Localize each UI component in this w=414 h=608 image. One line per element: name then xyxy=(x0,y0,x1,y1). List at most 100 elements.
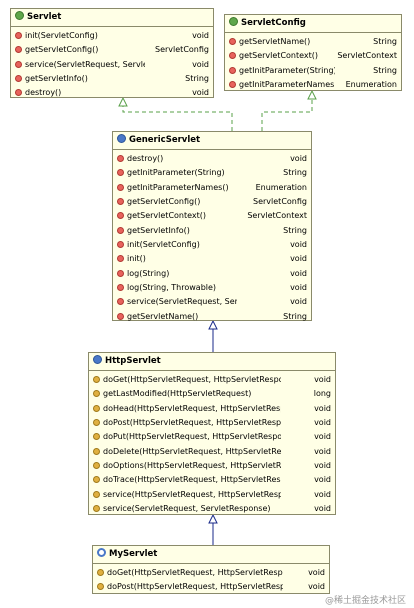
method-row[interactable]: doOptions(HttpServletRequest, HttpServle… xyxy=(89,459,335,473)
method-name: log(String, Throwable) xyxy=(127,283,217,293)
method-icon xyxy=(93,447,100,455)
interface-icon xyxy=(15,11,24,20)
method-list: doGet(HttpServletRequest, HttpServletRes… xyxy=(93,564,329,595)
method-icon xyxy=(93,505,100,513)
method-row[interactable]: doDelete(HttpServletRequest, HttpServlet… xyxy=(89,445,335,459)
class-box-httpservlet[interactable]: HttpServlet doGet(HttpServletRequest, Htt… xyxy=(88,352,336,515)
class-box-servletconfig[interactable]: ServletConfig getServletName() String getSe… xyxy=(224,14,402,91)
class-name: GenericServlet xyxy=(129,135,201,145)
method-name: getServletName() xyxy=(239,37,311,46)
method-name: getLastModified(HttpServletRequest) xyxy=(103,389,252,399)
method-return-type: void xyxy=(192,31,209,40)
method-return-type: void xyxy=(290,154,307,163)
method-row[interactable]: getServletName() String xyxy=(225,35,401,49)
class-box-servlet[interactable]: Servlet init(ServletConfig) void getServlet… xyxy=(10,8,214,98)
method-row[interactable]: getLastModified(HttpServletRequest) long xyxy=(89,387,335,401)
method-row[interactable]: getServletContext() ServletContext xyxy=(225,49,401,63)
method-name: doPost(HttpServletRequest, HttpServletRe… xyxy=(103,418,281,428)
class-name: ServletConfig xyxy=(241,18,306,28)
method-name: doTrace(HttpServletRequest, HttpServletR… xyxy=(103,475,281,485)
method-return-type: void xyxy=(308,582,325,592)
method-return-type: String xyxy=(373,65,397,75)
method-row[interactable]: service(ServletRequest, ServletResponse)… xyxy=(89,502,335,516)
method-icon xyxy=(117,198,124,206)
method-name: doGet(HttpServletRequest, HttpServletRes… xyxy=(103,375,281,384)
method-row[interactable]: getServletConfig() ServletConfig xyxy=(11,43,213,57)
method-name: service(ServletRequest, ServletResponse) xyxy=(25,59,145,69)
method-return-type: ServletContext xyxy=(337,51,397,61)
method-return-type: long xyxy=(313,389,331,399)
method-icon xyxy=(93,419,100,427)
method-icon xyxy=(97,569,104,576)
method-name: service(ServletRequest, ServletResponse) xyxy=(127,297,237,307)
method-row[interactable]: getServletConfig() ServletConfig xyxy=(113,195,311,209)
method-row[interactable]: getInitParameter(String) String xyxy=(225,64,401,78)
method-name: destroy() xyxy=(25,88,62,98)
method-icon xyxy=(15,75,22,83)
method-row[interactable]: init(ServletConfig) void xyxy=(113,238,311,252)
method-row[interactable]: doGet(HttpServletRequest, HttpServletRes… xyxy=(93,566,329,580)
method-name: getServletInfo() xyxy=(25,74,88,84)
method-row[interactable]: init() void xyxy=(113,252,311,266)
class-header: ServletConfig xyxy=(225,15,401,33)
method-name: getInitParameterNames() xyxy=(127,182,229,192)
method-name: getServletConfig() xyxy=(25,45,99,55)
method-return-type: ServletContext xyxy=(247,211,307,221)
method-name: getServletConfig() xyxy=(127,197,201,207)
method-return-type: String xyxy=(373,37,397,46)
method-row[interactable]: getServletContext() ServletContext xyxy=(113,209,311,223)
method-return-type: void xyxy=(290,240,307,250)
class-header: MyServlet xyxy=(93,546,329,564)
method-row[interactable]: service(ServletRequest, ServletResponse)… xyxy=(11,58,213,72)
method-row[interactable]: doTrace(HttpServletRequest, HttpServletR… xyxy=(89,473,335,487)
class-name: Servlet xyxy=(27,12,62,22)
method-name: init(ServletConfig) xyxy=(127,240,200,250)
method-icon xyxy=(229,38,236,45)
method-icon xyxy=(117,312,124,320)
method-icon xyxy=(117,255,124,263)
method-return-type: void xyxy=(308,568,325,577)
method-row[interactable]: log(String) void xyxy=(113,267,311,281)
method-return-type: void xyxy=(314,504,331,514)
method-row[interactable]: getServletName() String xyxy=(113,310,311,324)
method-row[interactable]: getInitParameter(String) String xyxy=(113,166,311,180)
method-row[interactable]: doGet(HttpServletRequest, HttpServletRes… xyxy=(89,373,335,387)
method-return-type: ServletConfig xyxy=(155,45,209,55)
class-box-genericservlet[interactable]: GenericServlet destroy() void getInitParame… xyxy=(112,131,312,321)
method-row[interactable]: service(ServletRequest, ServletResponse)… xyxy=(113,295,311,309)
method-row[interactable]: log(String, Throwable) void xyxy=(113,281,311,295)
method-row[interactable]: service(HttpServletRequest, HttpServletR… xyxy=(89,488,335,502)
class-header: Servlet xyxy=(11,9,213,27)
method-name: init() xyxy=(127,254,146,264)
method-row[interactable]: doPut(HttpServletRequest, HttpServletRes… xyxy=(89,430,335,444)
method-row[interactable]: doHead(HttpServletRequest, HttpServletRe… xyxy=(89,402,335,416)
class-icon xyxy=(117,134,126,143)
method-row[interactable]: getInitParameterNames() Enumeration xyxy=(113,181,311,195)
method-row[interactable]: destroy() void xyxy=(113,152,311,166)
class-box-myservlet[interactable]: MyServlet doGet(HttpServletRequest, HttpS… xyxy=(92,545,330,594)
method-return-type: void xyxy=(192,59,209,69)
method-return-type: Enumeration xyxy=(255,182,307,192)
method-name: getServletInfo() xyxy=(127,225,190,235)
method-name: getServletName() xyxy=(127,311,199,321)
method-icon xyxy=(97,583,104,591)
method-row[interactable]: doPost(HttpServletRequest, HttpServletRe… xyxy=(93,580,329,594)
method-icon xyxy=(15,46,22,54)
method-return-type: void xyxy=(314,403,331,413)
method-return-type: void xyxy=(314,461,331,471)
method-name: doOptions(HttpServletRequest, HttpServle… xyxy=(103,461,281,471)
method-row[interactable]: doPost(HttpServletRequest, HttpServletRe… xyxy=(89,416,335,430)
method-row[interactable]: getServletInfo() String xyxy=(113,224,311,238)
method-icon xyxy=(117,212,124,220)
method-name: init(ServletConfig) xyxy=(25,31,98,40)
method-row[interactable]: getInitParameterNames() Enumeration xyxy=(225,78,401,92)
method-name: getInitParameter(String) xyxy=(239,65,335,75)
method-row[interactable]: init(ServletConfig) void xyxy=(11,29,213,43)
method-row[interactable]: destroy() void xyxy=(11,86,213,100)
method-icon xyxy=(117,284,124,292)
method-name: getServletContext() xyxy=(127,211,207,221)
method-row[interactable]: getServletInfo() String xyxy=(11,72,213,86)
method-return-type: String xyxy=(283,311,307,321)
method-return-type: Enumeration xyxy=(345,80,397,90)
class-name: MyServlet xyxy=(109,549,158,559)
